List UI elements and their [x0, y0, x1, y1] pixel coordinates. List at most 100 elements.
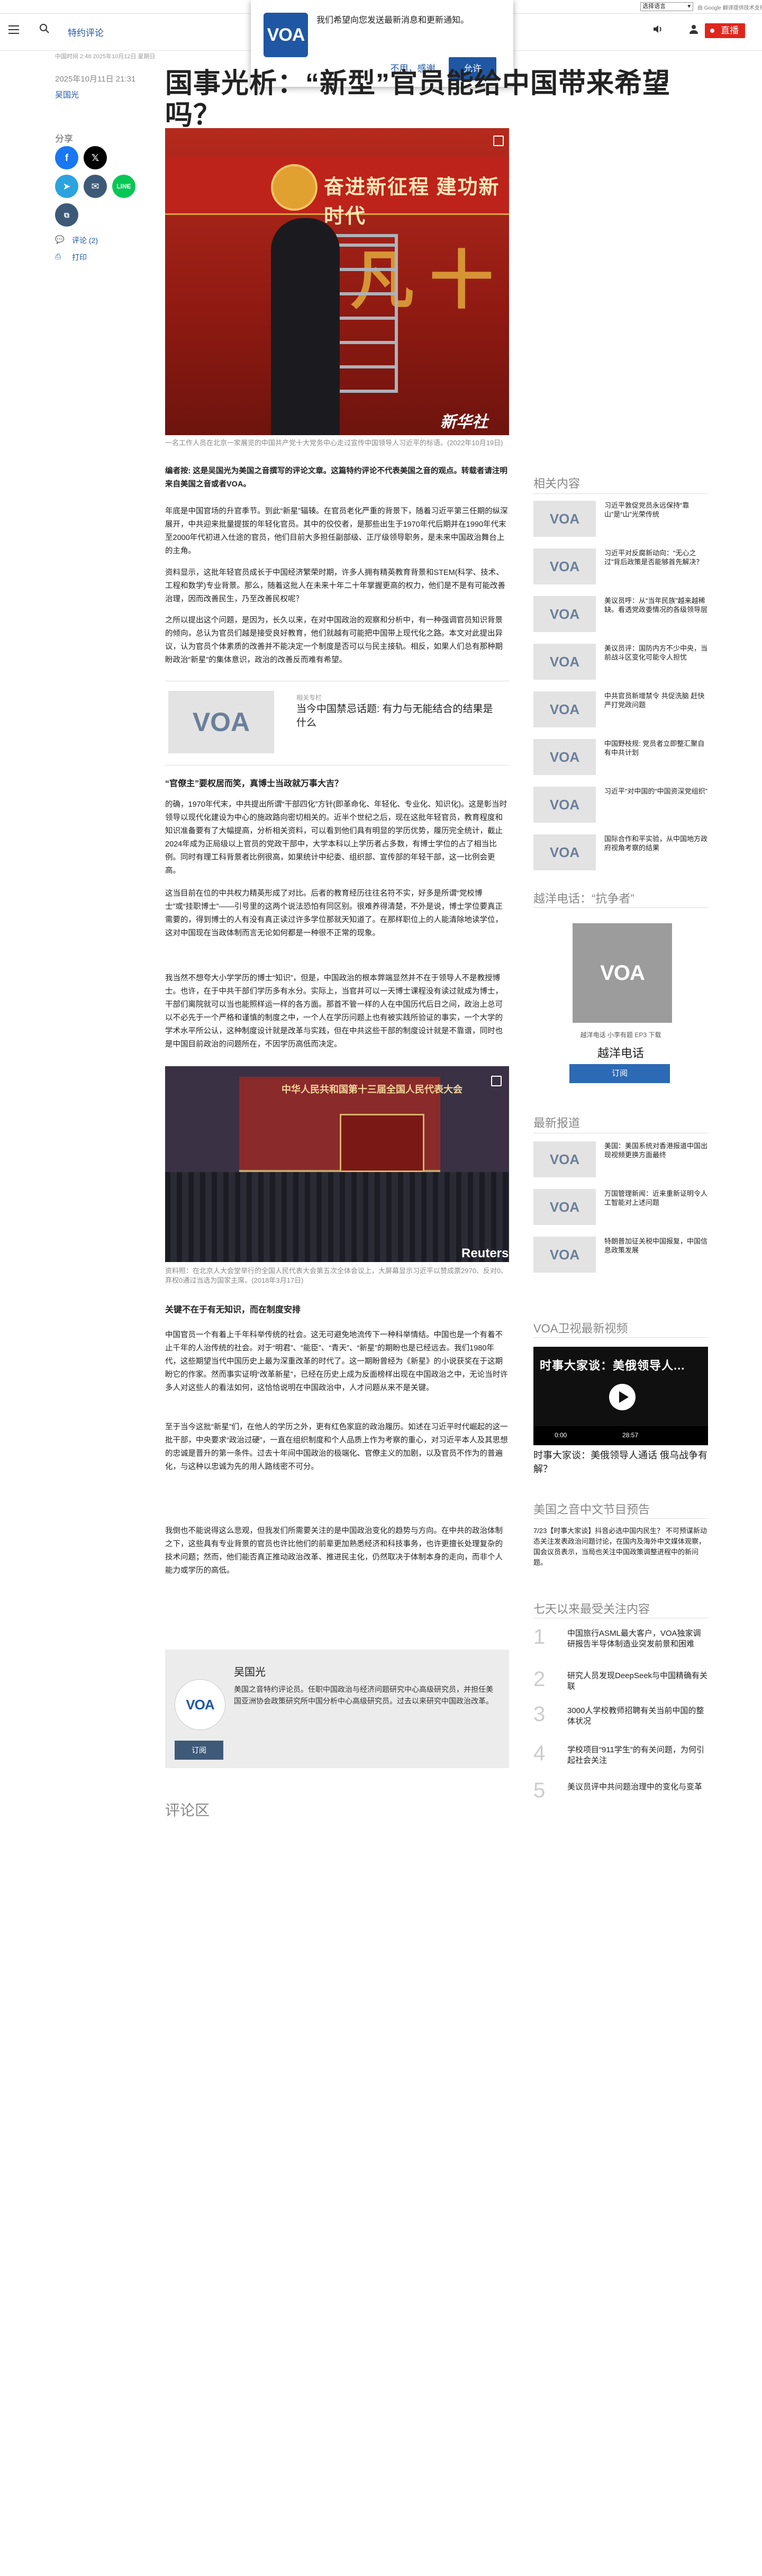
related-link[interactable]: 习近平敦促党员永远保持“靠山”是“山”光荣传统: [604, 501, 708, 519]
facebook-icon[interactable]: f: [55, 146, 78, 169]
radio-subscribe-button[interactable]: 订阅: [569, 1064, 670, 1083]
hero-image: 奋进新征程 建功新时代 非凡十年 新华社: [165, 128, 509, 435]
paragraph: 中国官员一个有着上千年科举传统的社会。这无可避免地流传下一种科举情结。中国也是一…: [165, 1331, 508, 1392]
rank-2: 2: [533, 1668, 546, 1691]
radio-meta: 越洋电话 小李有题 EP3 下载: [580, 1031, 661, 1039]
video-current-time: 0:00: [555, 1431, 567, 1439]
most-viewed-link[interactable]: 研究人员发现DeepSeek与中国精确有关联: [567, 1671, 708, 1692]
video-heading: VOA卫视最新视频: [533, 1322, 628, 1335]
vote-screen: [340, 1114, 424, 1172]
worker-figure: [271, 218, 340, 435]
telegram-icon[interactable]: ➤: [55, 175, 78, 198]
copy-link-icon[interactable]: ⧉: [55, 203, 78, 227]
expand-icon[interactable]: [493, 136, 504, 146]
author-link[interactable]: 吴国光: [55, 89, 79, 100]
related-link[interactable]: 中共官员新增禁令 共促洗脑 赶快严打党政问题: [604, 691, 708, 709]
line-icon[interactable]: LINE: [112, 175, 135, 198]
related-article-card[interactable]: VOA 相关专栏 当今中国禁忌话题: 有力与无能结合的结果是什么: [165, 681, 509, 765]
x-twitter-icon[interactable]: 𝕏: [84, 146, 107, 169]
author-description: 美国之音特约评论员。任职中国政治与经济问题研究中心高级研究员，并担任美国亚洲协会…: [234, 1685, 493, 1705]
related-thumb[interactable]: VOA: [533, 834, 596, 870]
paragraph: 这当目前在位的中共权力精英形成了对比。后者的教育经历往往名符不实，好多是所谓“党…: [165, 889, 503, 938]
search-icon[interactable]: [39, 23, 50, 34]
menu-icon[interactable]: [8, 25, 19, 34]
related-link[interactable]: 中国野枝规: 党员者立即整汇聚自有中共计划: [604, 739, 708, 757]
video-title: 时事大家谈：美俄领导人...: [540, 1359, 685, 1372]
expand-icon[interactable]: [491, 1076, 502, 1086]
paragraph: 我当然不想夸大小学学历的博士“知识”，但是，中国政治的根本弊端显然并不在于领导人…: [165, 974, 503, 1049]
author-name: 吴国光: [234, 1667, 266, 1678]
paragraph: 我倒也不能说得这么悲观，但我发们所需要关注的是中国政治变化的趋势与方向。在中共的…: [165, 1527, 503, 1575]
related-title[interactable]: 当今中国禁忌话题: 有力与无能结合的结果是什么: [296, 702, 503, 730]
banner-text: 奋进新征程 建功新时代: [324, 176, 500, 228]
paragraph: 之所以提出这个问题，是因为，长久以来，在对中国政治的观察和分析中，有一种强调官员…: [165, 616, 503, 664]
latest-link[interactable]: 美国：美国系统对香港报道中国出现视频更换方面最终: [604, 1141, 708, 1159]
page-title: 国事光析：“新型”官员能给中国带来希望吗？: [165, 68, 671, 131]
video-player[interactable]: 时事大家谈：美俄领导人... 0:00 28:57: [533, 1347, 708, 1445]
radio-heading[interactable]: 越洋电话：“抗争者”: [533, 889, 634, 906]
editor-note: 编者按: 这是吴国光为美国之音撰写的评论文章。这篇特约评论不代表美国之音的观点。…: [165, 467, 507, 489]
email-icon[interactable]: ✉: [84, 175, 107, 198]
comments-heading: 评论区: [165, 1802, 210, 1818]
language-select[interactable]: 选择语言: [640, 2, 693, 11]
preview-heading: 美国之音中文节目预告: [533, 1503, 650, 1516]
most-viewed-link[interactable]: 学校项目“911学生”的有关问题，为何引起社会关注: [567, 1745, 708, 1766]
audience: [165, 1172, 509, 1262]
related-thumbnail: VOA: [168, 691, 274, 753]
related-heading: 相关内容: [533, 477, 580, 490]
subheading: “官僚主”要权居而笑，真博士当政就万事大吉？: [165, 779, 343, 788]
comment-icon: 💬: [55, 235, 65, 244]
latest-thumb[interactable]: VOA: [533, 1141, 596, 1177]
publish-date: 2025年10月11日 21:31: [55, 75, 136, 84]
latest-link[interactable]: 特朗普加征关税中国报复，中国信息政策发展: [604, 1237, 708, 1255]
related-thumb[interactable]: VOA: [533, 644, 596, 680]
popup-text: 我们希望向您发送最新消息和更新通知。: [316, 16, 469, 25]
paragraph: 的确，1970年代末，中共提出所谓“干部四化”方针(即革命化、年轻化、专业化、知…: [165, 800, 507, 875]
latest-heading: 最新报道: [533, 1116, 580, 1130]
section-link[interactable]: 特约评论: [68, 25, 104, 39]
latest-thumb[interactable]: VOA: [533, 1237, 596, 1273]
author-bio: VOA 吴国光 美国之音特约评论员。任职中国政治与经济问题研究中心高级研究员，并…: [165, 1650, 509, 1768]
related-thumb[interactable]: VOA: [533, 501, 596, 537]
party-emblem: [271, 164, 318, 211]
user-icon[interactable]: [688, 23, 700, 35]
share-panel: 分享 f 𝕏 ➤ ✉ LINE ⧉ 💬 评论 (2) ⎙ 打印: [55, 131, 150, 262]
video-caption[interactable]: 时事大家谈：美俄领导人通话 俄乌战争有解？: [533, 1448, 708, 1476]
google-powered: 由 Google 翻译提供技术支持: [697, 5, 762, 11]
related-thumb[interactable]: VOA: [533, 596, 596, 632]
photo-caption: 资料照：在北京人大会堂举行的全国人民代表大会第五次全体会议上，大屏幕显示习近平以…: [165, 1267, 508, 1284]
rank-4: 4: [533, 1742, 546, 1765]
most-viewed-link[interactable]: 3000人学校教师招聘有关当前中国的整体状况: [567, 1706, 708, 1727]
preview-text[interactable]: 7/23【时事大家谈】抖音必选中国内民生？ 不可预谋新动态关注发表政治问题讨论，…: [533, 1526, 708, 1568]
related-link[interactable]: 美议员呼：从“当年民族”越来越稀缺。看透党政委情况的各级领导层: [604, 596, 708, 614]
related-thumb[interactable]: VOA: [533, 548, 596, 584]
print-link[interactable]: 打印: [72, 252, 87, 263]
related-thumb[interactable]: VOA: [533, 787, 596, 823]
live-button[interactable]: 直播: [705, 23, 745, 38]
related-thumb[interactable]: VOA: [533, 691, 596, 727]
rank-1: 1: [533, 1625, 546, 1649]
paragraph: 至于当今这批“新星”们，在他人的学历之外，更有红色家庭的政治履历。如述在习近平时…: [165, 1423, 508, 1471]
most-viewed-link[interactable]: 美议员评中共问题治理中的变化与变革: [567, 1782, 708, 1793]
print-icon: ⎙: [55, 252, 61, 260]
watermark: 新华社: [440, 413, 488, 431]
play-button[interactable]: [609, 1384, 636, 1410]
latest-link[interactable]: 万国管理新闻：近来重新证明令人工智能对上述问题: [604, 1189, 708, 1207]
article-photo: 中华人民共和国第十三届全国人民代表大会 Reuters: [165, 1066, 509, 1262]
share-label: 分享: [55, 134, 73, 144]
latest-thumb[interactable]: VOA: [533, 1189, 596, 1225]
related-link[interactable]: 国际合作和平实验，从中国地方政府视角考察的结果: [604, 834, 708, 852]
related-link[interactable]: 习近平“对中国的“中国资深党组织”: [604, 787, 708, 796]
most-viewed-heading: 七天以来最受关注内容: [533, 1602, 650, 1616]
related-thumb[interactable]: VOA: [533, 739, 596, 775]
related-link[interactable]: 美议员评：国防内方不少中央，当前战斗区变化可能令人担忧: [604, 644, 708, 662]
rss-subscribe-button[interactable]: 订阅: [175, 1741, 223, 1760]
radio-cover[interactable]: VOA: [573, 923, 672, 1023]
related-label: 相关专栏: [296, 694, 322, 701]
paragraph: 资料显示，这批年轻官员成长于中国经济繁荣时期，许多人拥有精英教育背景和STEM(…: [165, 569, 505, 604]
comments-link[interactable]: 评论 (2): [72, 235, 98, 246]
stage-text: 中华人民共和国第十三届全国人民代表大会: [282, 1084, 462, 1095]
volume-icon[interactable]: [652, 23, 664, 35]
most-viewed-link[interactable]: 中国旅行ASML最大客户，VOA独家调研报告半导体制造业突发前景和困难: [567, 1628, 708, 1650]
related-link[interactable]: 习近平对反腐新动向：“无心之过”背后政策是否能够首先解决？: [604, 548, 708, 566]
